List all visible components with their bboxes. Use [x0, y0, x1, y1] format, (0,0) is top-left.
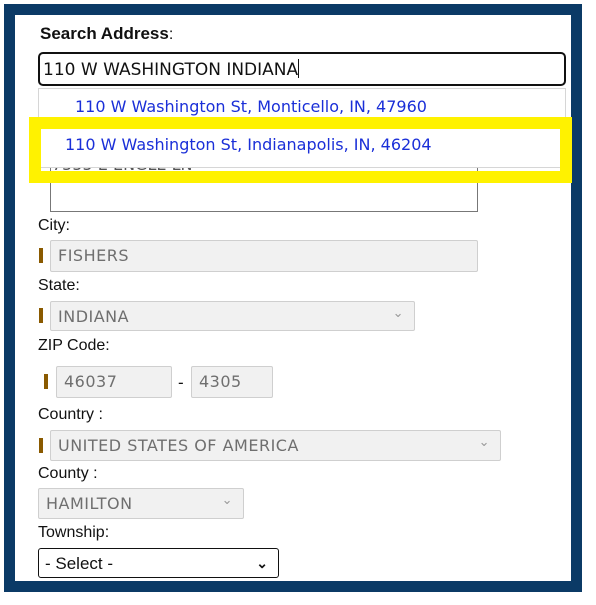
zip-field[interactable]: 46037: [56, 366, 172, 398]
country-select[interactable]: UNITED STATES OF AMERICA ⌄: [50, 430, 501, 461]
state-select[interactable]: INDIANA ⌄: [50, 301, 415, 331]
required-marker: [39, 308, 43, 323]
township-label: Township:: [38, 524, 110, 541]
chevron-down-icon: ⌄: [221, 493, 233, 508]
city-field[interactable]: FISHERS: [50, 240, 478, 272]
required-marker: [44, 374, 48, 389]
text-cursor: [298, 59, 300, 78]
zip-dash: -: [178, 373, 184, 392]
country-label: Country :: [38, 406, 103, 423]
chevron-down-icon: ⌄: [392, 306, 404, 321]
highlight-box: [29, 117, 572, 183]
township-select[interactable]: - Select - ⌄: [38, 548, 279, 578]
county-label: County :: [38, 465, 98, 482]
required-marker: [39, 248, 43, 263]
city-label: City:: [38, 217, 70, 234]
zip-extension-field[interactable]: 4305: [191, 366, 273, 398]
required-marker: [39, 438, 43, 453]
state-label: State:: [38, 277, 80, 294]
zip-label: ZIP Code:: [38, 337, 110, 354]
suggestion-item-monticello[interactable]: 110 W Washington St, Monticello, IN, 479…: [75, 97, 427, 116]
chevron-down-icon: ⌄: [256, 555, 268, 571]
county-select[interactable]: HAMILTON ⌄: [38, 488, 244, 519]
search-address-input[interactable]: 110 W WASHINGTON INDIANA: [38, 52, 566, 86]
chevron-down-icon: ⌄: [478, 435, 490, 450]
search-address-label: Search Address:: [40, 24, 174, 43]
